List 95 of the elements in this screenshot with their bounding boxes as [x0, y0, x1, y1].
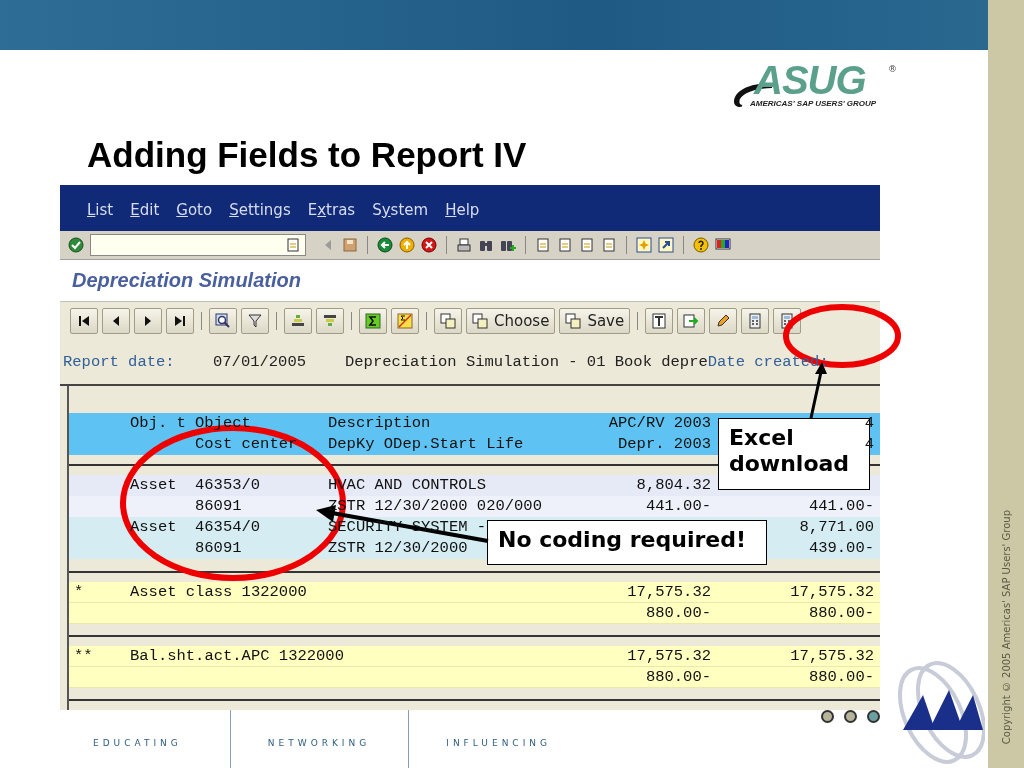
page-icon[interactable]: [535, 236, 551, 253]
subtotal-icon: [397, 312, 413, 329]
table-cell: **: [74, 647, 93, 665]
printer-icon[interactable]: [456, 236, 472, 253]
table-cell: 441.00-: [808, 497, 874, 515]
menu-item[interactable]: Goto: [176, 200, 213, 219]
sort-ascending-button[interactable]: [284, 307, 312, 334]
pencil-icon: [715, 312, 732, 329]
table-cell: ZSTR 12/30/2000: [328, 539, 468, 557]
menu-item[interactable]: Help: [445, 200, 480, 219]
dot: [844, 710, 857, 723]
last-page-button[interactable]: [166, 307, 194, 334]
history-icon: [285, 236, 301, 253]
toolbar-button[interactable]: Save: [559, 307, 631, 334]
calculator-button[interactable]: [741, 307, 770, 334]
table-cell: 17,575.32: [627, 583, 711, 601]
copy-icon: [440, 312, 456, 329]
save-icon[interactable]: [342, 236, 358, 253]
copy-icon: [472, 312, 488, 329]
table-cell: APC/RV 2003: [608, 414, 711, 432]
cancel-icon[interactable]: [421, 236, 437, 253]
table-cell: 4: [864, 414, 874, 432]
footer-label: NETWORKING: [267, 737, 371, 750]
footer-label: EDUCATING: [93, 737, 182, 750]
filter-icon: [247, 312, 263, 329]
slide-title: Adding Fields to Report IV: [86, 134, 528, 176]
table-cell: Description: [328, 414, 431, 432]
menu-item[interactable]: Edit: [130, 200, 160, 219]
table-cell: 46354/0: [195, 518, 261, 536]
table-cell: 86091: [195, 539, 242, 557]
table-cell: 880.00-: [808, 604, 874, 622]
check-icon[interactable]: [68, 236, 84, 253]
table-cell: *: [74, 583, 84, 601]
dot: [867, 710, 880, 723]
table-cell: Asset class 1322000: [130, 583, 307, 601]
table-cell: 8,804.32: [636, 476, 711, 494]
table-cell: Depr. 2003: [618, 435, 711, 453]
menu-item[interactable]: Extras: [307, 200, 356, 219]
table-cell: 439.00-: [808, 539, 874, 557]
field-label: Report date:: [63, 352, 175, 371]
menu-item[interactable]: List: [87, 200, 114, 219]
detail-button[interactable]: [209, 307, 237, 334]
back-icon[interactable]: [377, 236, 393, 253]
table-cell: Obj. t: [130, 414, 186, 432]
table-cell: 880.00-: [808, 668, 874, 686]
pencil-button[interactable]: [709, 307, 738, 334]
page-icon[interactable]: [579, 236, 595, 253]
first-page-button[interactable]: [70, 307, 98, 334]
table-cell: 17,575.32: [627, 647, 711, 665]
screen-title: Depreciation Simulation: [72, 268, 301, 292]
table-cell: 8,771.00: [799, 518, 874, 536]
table-cell: Asset: [130, 476, 177, 494]
table-cell: 880.00-: [645, 604, 711, 622]
page-icon[interactable]: [601, 236, 617, 253]
exporter-icon: [683, 312, 700, 329]
star-window-icon[interactable]: [636, 236, 652, 253]
copy-button[interactable]: [434, 307, 462, 334]
arrow-window-icon[interactable]: [658, 236, 674, 253]
sigma-icon: [365, 312, 381, 329]
table-cell: 880.00-: [645, 668, 711, 686]
page-icon[interactable]: [557, 236, 573, 253]
copyright-text: Copyright © 2005 Americas' SAP Users' Group: [1000, 509, 1012, 744]
toolbar-button[interactable]: Choose: [466, 307, 556, 334]
table-cell: Asset: [130, 518, 177, 536]
dot: [821, 710, 834, 723]
subtotal-button[interactable]: [391, 307, 419, 334]
menu-item[interactable]: Settings: [229, 200, 291, 219]
monitor-icon[interactable]: [715, 236, 731, 253]
sum-button[interactable]: [359, 307, 387, 334]
magnifier-icon: [215, 312, 231, 329]
copy-icon: [565, 312, 582, 329]
callout-label: No coding required!: [487, 520, 767, 565]
menu-item[interactable]: System: [372, 200, 429, 219]
footer-label: INFLUENCING: [446, 737, 551, 750]
table-cell: 17,575.32: [790, 647, 874, 665]
table-cell: Cost center: [195, 435, 298, 453]
table-cell: Bal.sht.act.APC 1322000: [130, 647, 344, 665]
report-title: Depreciation Simulation - 01 Book depre: [345, 352, 708, 371]
next-page-button[interactable]: [134, 307, 162, 334]
table-cell: 17,575.32: [790, 583, 874, 601]
table-cell: 441.00-: [645, 497, 711, 515]
date-value: 07/01/2005: [213, 352, 306, 371]
command-field[interactable]: [90, 233, 306, 256]
help-icon[interactable]: [693, 236, 709, 253]
table-cell: DepKy ODep.Start Life: [328, 435, 524, 453]
preview-button[interactable]: [645, 307, 674, 334]
calc-icon: [747, 312, 764, 329]
sort-descending-button[interactable]: [316, 307, 344, 334]
preview-icon: [651, 312, 668, 329]
calc-icon: [779, 312, 796, 329]
table-cell: 46353/0: [195, 476, 261, 494]
previous-page-button[interactable]: [102, 307, 130, 334]
table-cell: 86091: [195, 497, 242, 515]
table-cell: 4: [864, 435, 874, 453]
logo: ASUG ® AMERICAS' SAP USERS' GROUP: [732, 64, 900, 116]
